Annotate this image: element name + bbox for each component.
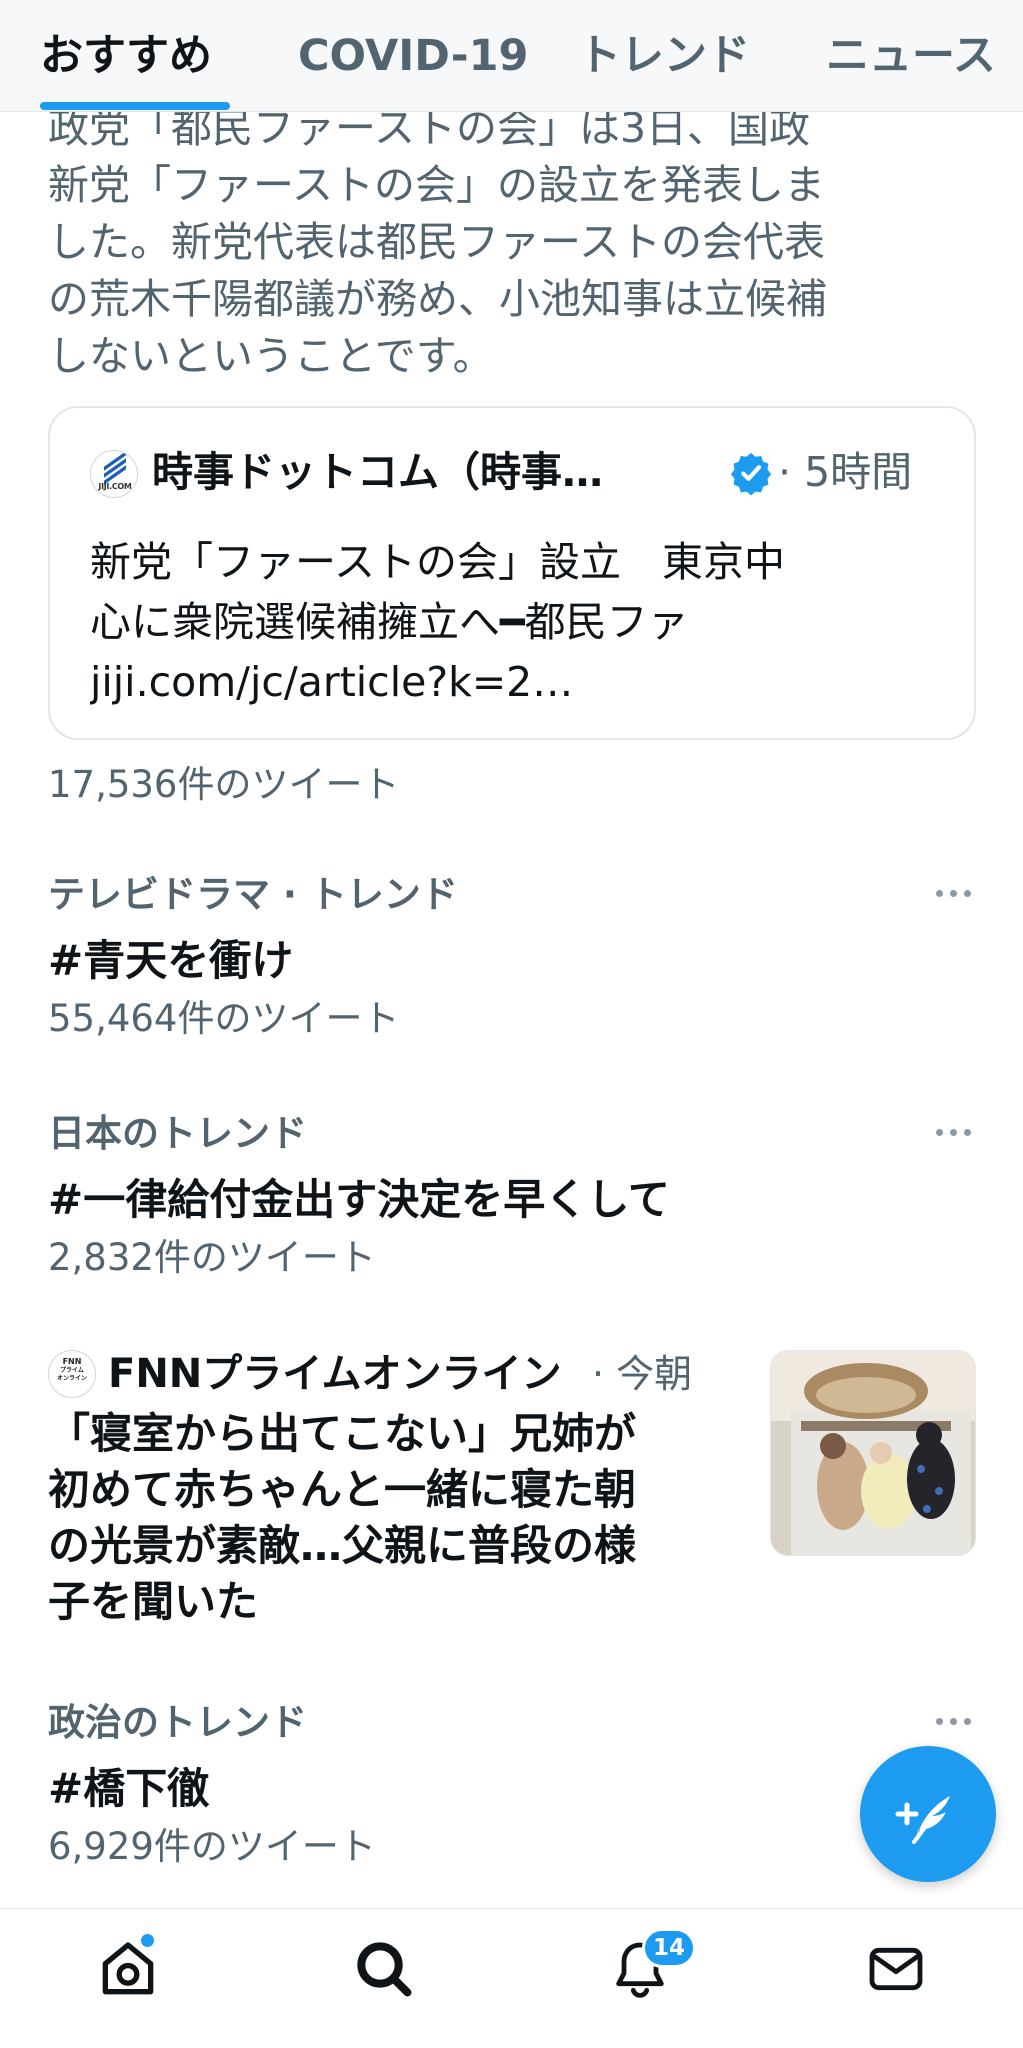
bottom-navigation: [0, 1908, 1023, 2048]
more-options-icon[interactable]: [936, 872, 976, 912]
news-timestamp: · 今朝: [592, 1352, 693, 1396]
explore-content: 政党「都民ファーストの会」は3日、国政 新党「ファーストの会」の設立を発表しま …: [0, 0, 1023, 1908]
messages-icon[interactable]: [864, 1937, 928, 2001]
tab-news[interactable]: ニュース: [826, 26, 996, 86]
active-tab-indicator: [40, 102, 230, 110]
news-headline: 「寝室から出てこない」兄姉が 初めて赤ちゃんと一緒に寝た朝 の光景が素敵…父親に…: [48, 1406, 738, 1630]
trend-context: 日本のトレンド: [48, 1112, 307, 1155]
explore-tab-bar: おすすめ COVID-19 トレンド ニュース: [0, 0, 1023, 112]
card-body-line: 心に衆院選候補擁立へ━都民ファ: [90, 598, 689, 646]
tab-covid-19[interactable]: COVID-19: [298, 26, 528, 86]
trend-tweet-count: 2,832件のツイート: [48, 1236, 376, 1279]
fnn-logo: FNN プライム オンライン: [48, 1350, 96, 1398]
news-thumbnail-image[interactable]: [770, 1350, 976, 1556]
fnn-logo-text: プライム: [60, 1367, 84, 1374]
card-link-url: jiji.com/jc/article?k=2…: [90, 658, 574, 706]
card-body-line: 新党「ファーストの会」設立 東京中: [90, 538, 785, 586]
event-summary-text[interactable]: 政党「都民ファーストの会」は3日、国政 新党「ファーストの会」の設立を発表しま …: [48, 100, 968, 385]
jiji-logo: JIJI.COM: [90, 450, 138, 498]
trend-title: #青天を衝け: [48, 936, 294, 985]
compose-tweet-button[interactable]: [860, 1746, 996, 1882]
news-item[interactable]: FNN プライム オンライン FNNプライムオンライン · 今朝 「寝室から出て…: [0, 1346, 1023, 1646]
fnn-logo-text: FNN: [62, 1357, 82, 1366]
notification-count-badge: 14: [642, 1928, 697, 1968]
trend-title: #一律給付金出す決定を早くして: [48, 1175, 670, 1224]
trend-tweet-count: 55,464件のツイート: [48, 997, 400, 1040]
news-headline-line: 初めて赤ちゃんと一緒に寝た朝: [48, 1465, 637, 1514]
news-headline-line: の光景が素敵…父親に普段の様: [48, 1521, 637, 1570]
tab-recommended[interactable]: おすすめ: [40, 26, 212, 86]
verified-badge-icon: [730, 452, 772, 496]
card-body: 新党「ファーストの会」設立 東京中 心に衆院選候補擁立へ━都民ファ jiji.c…: [90, 532, 940, 712]
news-photo: [771, 1351, 975, 1555]
tab-trending[interactable]: トレンド: [578, 26, 750, 86]
search-icon[interactable]: [352, 1937, 416, 2001]
more-options-icon[interactable]: [936, 1700, 976, 1740]
news-headline-line: 子を聞いた: [48, 1577, 259, 1626]
card-timestamp: · 5時間: [778, 448, 913, 496]
fnn-logo-text: オンライン: [56, 1375, 87, 1382]
jiji-logo-text: JIJI.COM: [98, 482, 132, 491]
more-options-icon[interactable]: [936, 1111, 976, 1151]
news-source-name: FNNプライムオンライン: [108, 1351, 562, 1397]
trend-context: テレビドラマ · トレンド: [48, 873, 458, 916]
home-unread-dot: [141, 1934, 154, 1947]
trend-tweet-count: 6,929件のツイート: [48, 1825, 376, 1868]
trend-title: #橋下徹: [48, 1764, 210, 1813]
home-icon[interactable]: [96, 1937, 160, 2001]
card-tweet-count: 17,536件のツイート: [48, 763, 400, 806]
trend-context: 政治のトレンド: [48, 1701, 307, 1744]
news-headline-line: 「寝室から出てこない」兄姉が: [48, 1409, 637, 1458]
card-source-name: 時事ドットコム（時事…: [152, 448, 603, 496]
link-preview-card[interactable]: JIJI.COM 時事ドットコム（時事… · 5時間 新党「ファーストの会」設立…: [48, 406, 976, 740]
feather-plus-icon: [895, 1796, 950, 1844]
